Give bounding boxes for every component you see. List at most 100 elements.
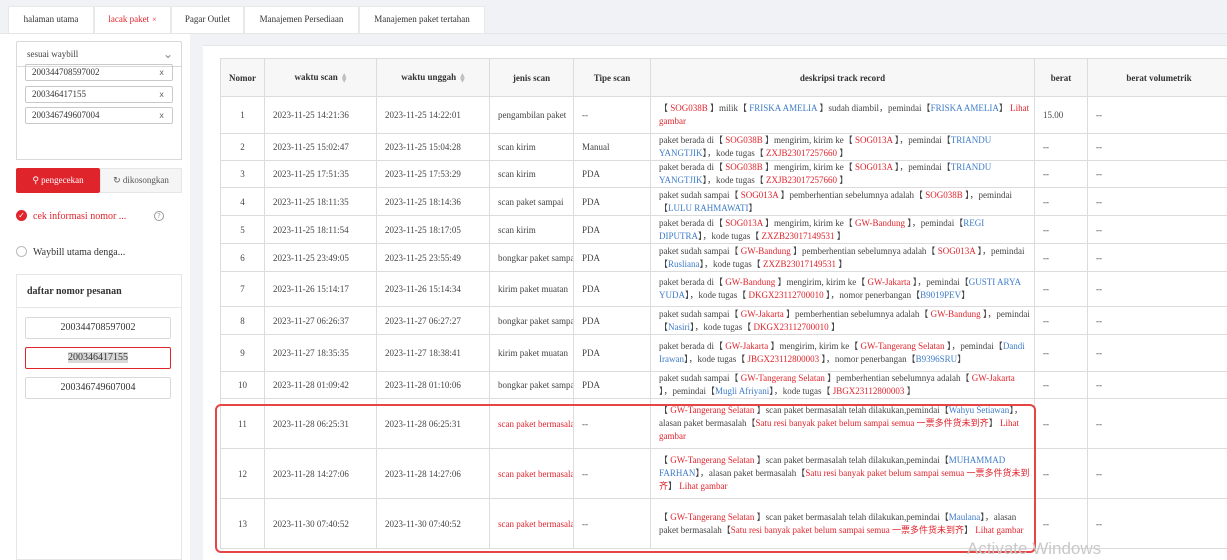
cell-berat: -- [1034, 243, 1088, 272]
desc-link[interactable]: SOG038B [723, 162, 765, 172]
desc-link[interactable]: Maulana [949, 512, 981, 522]
cell-tipe: -- [573, 398, 651, 449]
cell-berat: -- [1034, 371, 1088, 399]
desc-link[interactable]: ZXJB23017257660 [764, 148, 840, 158]
desc-link[interactable]: GW-Jakarta [738, 309, 785, 319]
desc-link[interactable]: SOG013A [723, 218, 765, 228]
col-waktu-unggah[interactable]: waktu unggah ▲ ▼ [376, 58, 490, 97]
desc-text: 】，pemindai【 [907, 217, 964, 228]
cell-vol: -- [1087, 334, 1227, 372]
desc-link[interactable]: FRISKA AMELIA [931, 103, 999, 113]
desc-link[interactable]: ZXJB23017257660 [764, 175, 840, 185]
tab-lacak-paket[interactable]: lacak paket × [94, 6, 171, 34]
cell-tipe: PDA [573, 306, 651, 335]
clear-button[interactable]: ↻ dikosongkan [100, 168, 182, 193]
option-label: cek informasi nomor ... [33, 211, 127, 222]
desc-text: paket berada di【 [659, 217, 723, 228]
waybill-chip-text: 200346749607004 [32, 110, 100, 120]
desc-link[interactable]: GW-Jakarta [865, 277, 912, 287]
desc-link[interactable]: GW-Tangerang Selatan [668, 405, 757, 415]
desc-link[interactable]: Satu resi banyak paket belum sampai semu… [755, 418, 988, 428]
desc-link[interactable]: DKGX23112700010 [746, 290, 826, 300]
tab-halaman-utama[interactable]: halaman utama [8, 6, 94, 34]
sort-icon[interactable]: ▲ ▼ [460, 72, 465, 83]
remove-icon[interactable]: x [159, 108, 164, 123]
desc-link[interactable]: GW-Bandung [853, 218, 908, 228]
desc-text: 】 [963, 524, 976, 535]
order-item[interactable]: 200344708597002 [25, 317, 171, 339]
waybill-chip[interactable]: 200344708597002 x [25, 64, 173, 81]
desc-link[interactable]: GW-Tangerang Selatan [668, 455, 757, 465]
order-item-label: 200346749607004 [60, 382, 136, 393]
cell-berat: -- [1034, 160, 1088, 188]
desc-link[interactable]: ZXZB23017149531 [761, 259, 839, 269]
search-button[interactable]: ⚲ pengecekan [16, 168, 100, 193]
order-item[interactable]: 200346749607004 [25, 377, 171, 399]
desc-link[interactable]: GW-Bandung [738, 246, 793, 256]
desc-link[interactable]: SOG038B [668, 103, 710, 113]
desc-link[interactable]: JBGX23112800003 [745, 354, 821, 364]
desc-link[interactable]: Satu resi banyak paket belum sampai semu… [731, 525, 964, 535]
desc-link[interactable]: Nasiri [668, 322, 690, 332]
cell-berat: -- [1034, 133, 1088, 161]
view-image-link[interactable]: Lihat gambar [975, 525, 1023, 535]
desc-text: 】mengirim, kirim ke【 [765, 217, 853, 228]
cell-jenis: scan kirim [489, 160, 574, 188]
radio-checked-icon[interactable]: ✓ [16, 210, 27, 222]
desc-link[interactable]: SOG013A [853, 135, 895, 145]
tab-label: lacak paket [108, 14, 150, 24]
desc-link[interactable]: DKGX23112700010 [751, 322, 831, 332]
cell-scan: 2023-11-30 07:40:52 [264, 498, 377, 549]
remove-icon[interactable]: x [159, 65, 164, 80]
remove-icon[interactable]: x [159, 87, 164, 102]
desc-link[interactable]: ZXZB23017149531 [759, 231, 837, 241]
order-item-selected[interactable]: 200346417155 [25, 347, 171, 369]
help-icon[interactable]: ? [154, 211, 164, 221]
panel-top-strip [203, 34, 1227, 46]
option-cek-informasi[interactable]: ✓ cek informasi nomor ... ? [16, 207, 182, 227]
cell-vol: -- [1087, 498, 1227, 549]
desc-link[interactable]: SOG013A [853, 162, 895, 172]
cell-upload: 2023-11-26 15:14:34 [376, 271, 490, 307]
cell-tipe: PDA [573, 371, 651, 399]
desc-link[interactable]: GW-Tangerang Selatan [858, 341, 947, 351]
desc-text: 】scan paket bermasalah telah dilakukan,p… [756, 455, 949, 465]
desc-link[interactable]: JBGX23112800003 [831, 386, 907, 396]
desc-link[interactable]: SOG038B [723, 135, 765, 145]
cell-vol: -- [1087, 243, 1227, 272]
tab-pagar-outlet[interactable]: Pagar Outlet [171, 6, 244, 34]
desc-link[interactable]: Wahyu Setiawan [949, 405, 1010, 415]
desc-link[interactable]: LULU RAHMAWATI [668, 203, 749, 213]
desc-link[interactable]: FRISKA AMELIA [747, 103, 819, 113]
desc-link[interactable]: GW-Jakarta [723, 341, 770, 351]
waybill-chip[interactable]: 200346417155 x [25, 86, 173, 103]
desc-link[interactable]: SOG013A [935, 246, 977, 256]
desc-link[interactable]: SOG013A [738, 190, 780, 200]
waybill-input-box[interactable]: 200344708597002 x 200346417155 x 200346749… [16, 60, 182, 160]
desc-link[interactable]: GW-Tangerang Selatan [738, 373, 827, 383]
col-waktu-scan[interactable]: waktu scan ▲ ▼ [264, 58, 377, 97]
desc-text: 】 [836, 230, 846, 241]
tab-manajemen-persediaan[interactable]: Manajemen Persediaan [244, 6, 359, 34]
view-image-link[interactable]: Lihat gambar [679, 481, 727, 491]
option-waybill-utama[interactable]: Waybill utama denga... [16, 243, 182, 263]
close-icon[interactable]: × [152, 15, 157, 24]
cell-scan: 2023-11-25 15:02:47 [264, 133, 377, 161]
desc-link[interactable]: Mugli Afriyani [715, 386, 769, 396]
desc-link[interactable]: GW-Jakarta [970, 373, 1015, 383]
desc-text: 】 [830, 321, 840, 332]
desc-link[interactable]: SOG038B [923, 190, 965, 200]
waybill-chip[interactable]: 200346749607004 x [25, 107, 173, 124]
cell-no: 3 [220, 160, 265, 188]
sort-icon[interactable]: ▲ ▼ [342, 72, 347, 83]
select-value: sesuai waybill [27, 49, 79, 59]
desc-link[interactable]: GW-Bandung [928, 309, 983, 319]
cell-desc: 【 SOG038B 】milik【 FRISKA AMELIA 】sudah d… [650, 96, 1035, 134]
desc-link[interactable]: B9396SRU [916, 354, 958, 364]
desc-link[interactable]: B9019PEV [920, 290, 961, 300]
tab-manajemen-paket-tertahan[interactable]: Manajemen paket tertahan [359, 6, 485, 34]
radio-icon[interactable] [16, 246, 27, 258]
desc-link[interactable]: Rusliana [668, 259, 700, 269]
desc-link[interactable]: GW-Bandung [723, 277, 778, 287]
desc-link[interactable]: GW-Tangerang Selatan [668, 512, 757, 522]
